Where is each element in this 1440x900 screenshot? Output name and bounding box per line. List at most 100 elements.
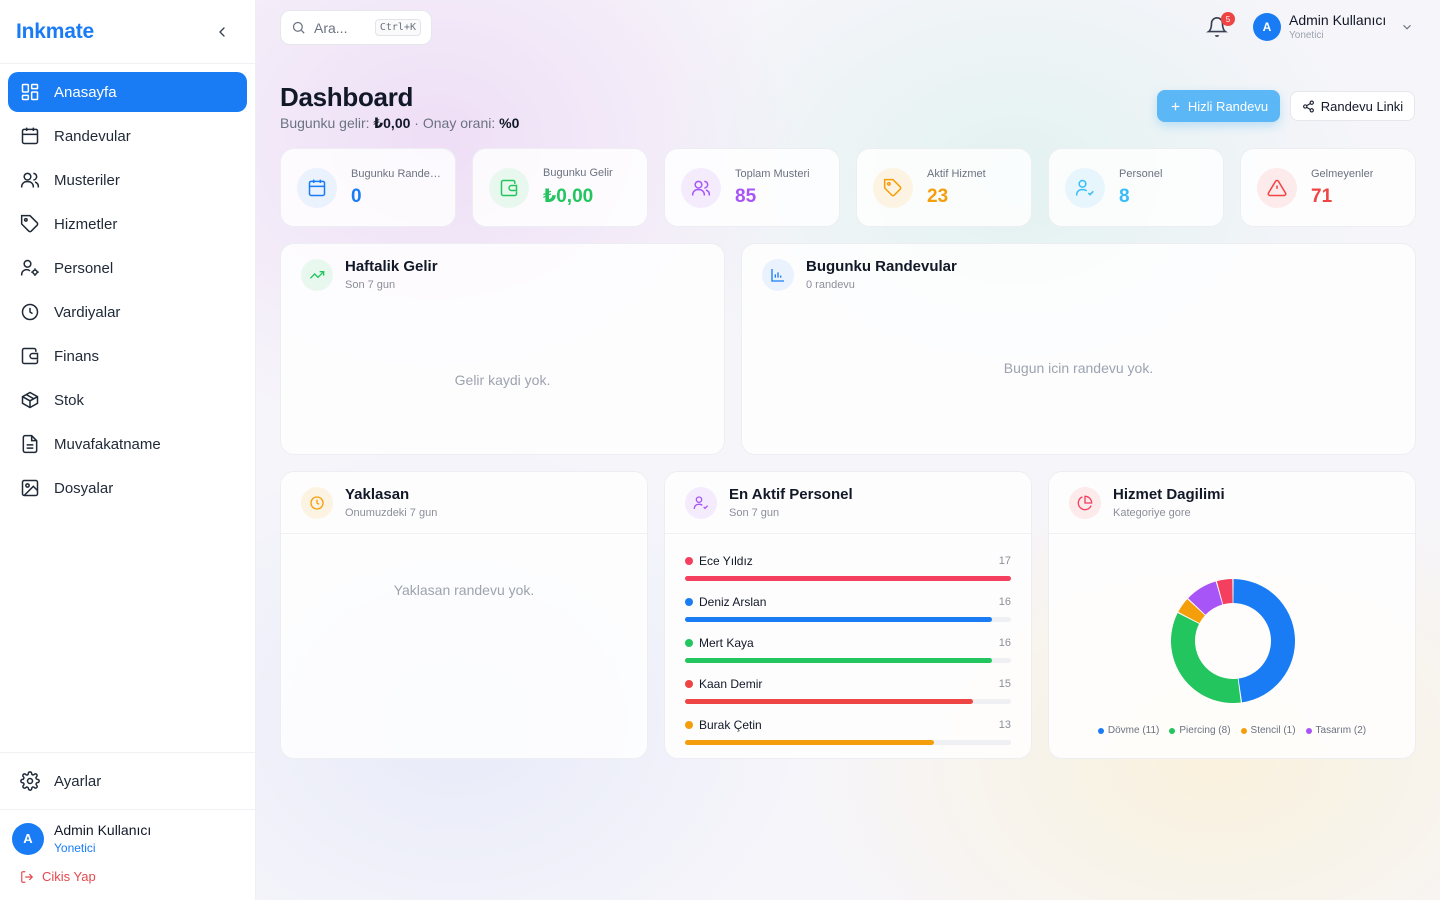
legend-dot (1097, 727, 1104, 734)
brand-logo[interactable]: Inkmate (16, 20, 94, 44)
logout-button[interactable]: Cikis Yap (12, 869, 243, 884)
user-menu-button[interactable]: A Admin Kullanıcı Yonetici (1253, 12, 1414, 41)
staff-bar-track (685, 740, 1011, 745)
stat-value: 0 (351, 185, 362, 207)
weekly-income-card: Haftalik Gelir Son 7 gun Gelir kaydi yok… (280, 243, 725, 455)
staff-bar-fill (685, 576, 1011, 581)
card-header: En Aktif Personel Son 7 gun (665, 472, 1031, 533)
stat-card-active-services[interactable]: Aktif Hizmet 23 (856, 148, 1032, 227)
users-icon (691, 180, 711, 195)
stat-value: 23 (927, 185, 949, 207)
card-header: Yaklasan Onumuzdeki 7 gun (281, 472, 647, 533)
approval-label: Onay orani: (422, 115, 496, 131)
sidebar-item-label: Dosyalar (54, 479, 114, 497)
staff-dot (685, 639, 693, 647)
staff-dot (685, 598, 693, 606)
staff-count: 16 (998, 637, 1011, 649)
legend-item: Stencil (1) (1240, 725, 1296, 736)
staff-count: 16 (998, 596, 1011, 608)
search-input[interactable]: Ara... Ctrl+K (280, 10, 432, 45)
stat-label: Aktif Hizmet (927, 167, 986, 180)
staff-row[interactable]: Burak Çetin 13 (685, 718, 1011, 745)
sidebar-item-randevular[interactable]: Randevular (8, 116, 247, 156)
staff-name: Ece Yıldız (685, 554, 753, 568)
sidebar-item-muvafakatname[interactable]: Muvafakatname (8, 424, 247, 464)
staff-bar-fill (685, 740, 935, 745)
staff-row[interactable]: Mert Kaya 16 (685, 636, 1011, 663)
staff-dot (685, 721, 693, 729)
user-check-icon (693, 495, 709, 509)
staff-bar-fill (685, 617, 992, 622)
staff-bar-track (685, 699, 1011, 704)
donut-chart (1171, 579, 1295, 703)
staff-row[interactable]: Deniz Arslan 16 (685, 595, 1011, 622)
sidebar-item-musteriler[interactable]: Musteriler (8, 160, 247, 200)
bar-chart-icon (771, 268, 784, 282)
notifications-button[interactable]: 5 (1206, 12, 1235, 38)
legend-dot (1305, 727, 1312, 734)
sidebar-item-anasayfa[interactable]: Anasayfa (8, 72, 247, 112)
image-icon (21, 479, 39, 497)
card-icon-wrap (1069, 486, 1101, 519)
card-title: Yaklasan (345, 486, 410, 503)
stat-card-no-shows[interactable]: Gelmeyenler 71 (1240, 148, 1416, 227)
stat-icon-wrap (489, 167, 529, 208)
staff-name-text: Kaan Demir (699, 677, 763, 691)
stat-card-total-customers[interactable]: Toplam Musteri 85 (664, 148, 840, 227)
stat-label: Bugunku Randevular (351, 167, 443, 180)
card-subtitle: Kategoriye gore (1113, 507, 1191, 519)
stat-icon-wrap (1257, 167, 1297, 208)
sidebar-user-row[interactable]: A Admin Kullanıcı Yonetici (12, 822, 243, 855)
card-title: Bugunku Randevular (806, 258, 957, 275)
tag-icon (883, 178, 902, 196)
sidebar-item-label: Hizmetler (54, 215, 118, 233)
sidebar-item-vardiyalar[interactable]: Vardiyalar (8, 292, 247, 332)
sidebar-item-label: Anasayfa (54, 83, 117, 101)
quick-appointment-button[interactable]: Hizli Randevu (1157, 90, 1280, 122)
card-icon-wrap (301, 258, 333, 291)
sidebar-item-ayarlar[interactable]: Ayarlar (0, 752, 255, 810)
sidebar-item-stok[interactable]: Stok (8, 380, 247, 420)
alert-icon (1267, 179, 1287, 196)
legend-item: Tasarım (2) (1305, 725, 1366, 736)
chart-legend: Dövme (11) Piercing (8) Stencil (1) Tasa… (1049, 725, 1415, 736)
staff-count: 15 (998, 678, 1011, 690)
stat-label: Bugunku Gelir (543, 167, 613, 179)
search-icon (292, 21, 305, 34)
sidebar-item-personel[interactable]: Personel (8, 248, 247, 288)
staff-count: 13 (998, 719, 1011, 731)
staff-bar-fill (685, 699, 973, 704)
staff-row[interactable]: Ece Yıldız 17 (685, 554, 1011, 581)
card-title: En Aktif Personel (729, 486, 853, 503)
calendar-icon (21, 127, 39, 145)
sidebar-item-dosyalar[interactable]: Dosyalar (8, 468, 247, 508)
chevron-left-icon (219, 26, 225, 37)
donut-slice-dövme[interactable] (1233, 579, 1295, 703)
search-shortcut: Ctrl+K (374, 19, 421, 36)
stat-value: 71 (1311, 185, 1333, 207)
staff-bar-fill (685, 658, 992, 663)
sidebar-item-label: Musteriler (54, 171, 120, 189)
logout-label: Cikis Yap (42, 869, 96, 884)
staff-dot (685, 557, 693, 565)
empty-state: Gelir kaydi yok. (454, 372, 551, 388)
collapse-sidebar-button[interactable] (213, 23, 231, 41)
appointment-link-button[interactable]: Randevu Linki (1290, 91, 1415, 121)
sidebar-user: A Admin Kullanıcı Yonetici Cikis Yap (0, 810, 255, 900)
search-placeholder: Ara... (314, 19, 348, 36)
stat-value: 85 (735, 185, 757, 207)
gear-icon (20, 771, 40, 791)
stat-card-staff[interactable]: Personel 8 (1048, 148, 1224, 227)
income-value: ₺0,00 (373, 115, 411, 131)
staff-row[interactable]: Kaan Demir 15 (685, 677, 1011, 704)
sidebar-item-finans[interactable]: Finans (8, 336, 247, 376)
stat-card-today-income[interactable]: Bugunku Gelir ₺0,00 (472, 148, 648, 227)
stat-icon-wrap (1065, 167, 1105, 208)
stat-value: 8 (1119, 185, 1130, 207)
sidebar-item-hizmetler[interactable]: Hizmetler (8, 204, 247, 244)
document-icon (22, 434, 38, 454)
users-icon (20, 172, 40, 188)
stat-card-today-appointments[interactable]: Bugunku Randevular 0 (280, 148, 456, 227)
stat-icon-wrap (681, 167, 721, 208)
donut-slice-piercing[interactable] (1171, 613, 1241, 703)
